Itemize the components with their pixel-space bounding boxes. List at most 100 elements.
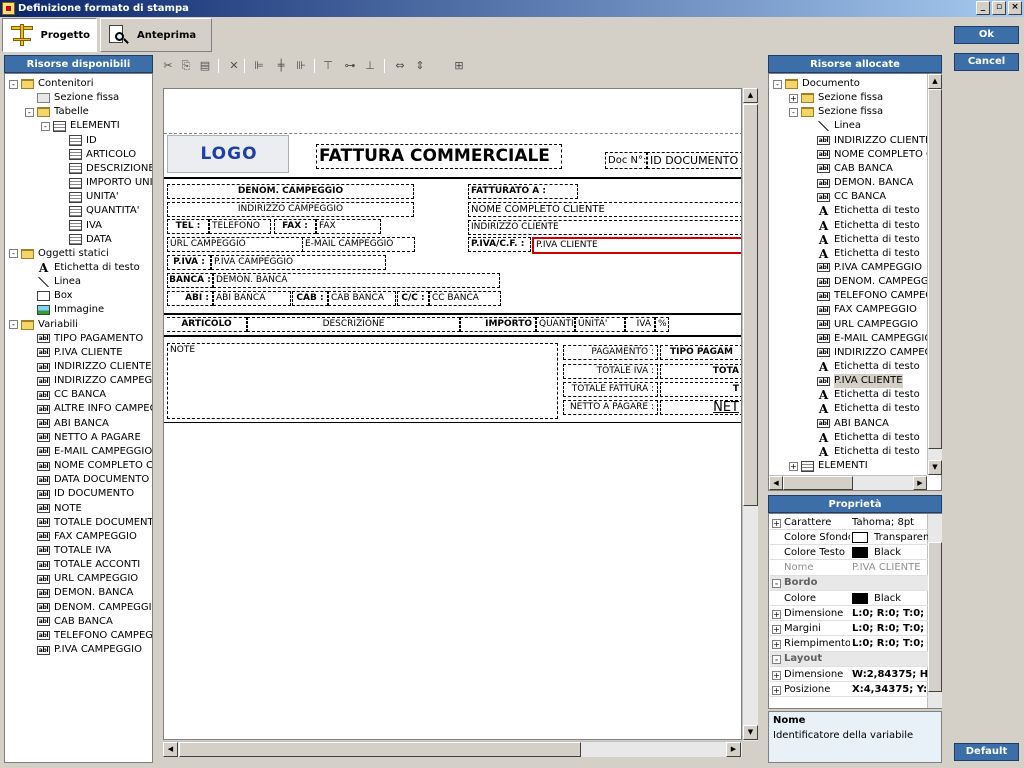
- available-tree-item[interactable]: Box: [25, 289, 73, 303]
- scroll-down-arrow-icon[interactable]: ▼: [743, 725, 758, 740]
- available-tree-item[interactable]: abl INDIRIZZO CAMPEGGIO: [25, 374, 152, 388]
- property-row[interactable]: + Margini L:0; R:0; T:0;: [770, 621, 928, 637]
- allocated-tree-item[interactable]: A Etichetta di testo: [805, 431, 920, 445]
- expand-icon[interactable]: +: [772, 685, 781, 695]
- available-tree-item[interactable]: - Oggetti statici: [9, 247, 109, 261]
- available-tree-item[interactable]: abl URL CAMPEGGIO: [25, 572, 138, 586]
- banca-label[interactable]: BANCA :: [167, 273, 213, 288]
- collapse-icon[interactable]: -: [772, 655, 781, 665]
- available-tree-item[interactable]: abl TOTALE DOCUMENTO: [25, 516, 152, 530]
- collapse-icon[interactable]: -: [41, 121, 50, 131]
- allocated-resources-tree[interactable]: - Documento + Sezione fissa - Sezione fissa Li…: [769, 75, 927, 475]
- cc-label[interactable]: C/C :: [397, 291, 429, 306]
- allocated-tree-item[interactable]: + ELEMENTI: [789, 459, 868, 473]
- allocated-tree-item[interactable]: A Etichetta di testo: [805, 247, 920, 261]
- available-tree-item[interactable]: DESCRIZIONE: [57, 162, 152, 176]
- property-row[interactable]: Colore Sfondo Transparent: [770, 530, 928, 546]
- available-tree-item[interactable]: - Tabelle: [25, 105, 89, 119]
- allocated-tree-item[interactable]: abl URL CAMPEGGIO: [805, 318, 918, 332]
- collapse-icon[interactable]: -: [773, 79, 782, 89]
- horizontal-scroll-thumb[interactable]: [179, 742, 581, 757]
- align-bottom-icon[interactable]: ⊥: [362, 58, 378, 74]
- allocated-tree-item[interactable]: abl FAX CAMPEGGIO: [805, 303, 917, 317]
- available-tree-item[interactable]: abl CC BANCA: [25, 388, 106, 402]
- indirizzo-cliente-field[interactable]: INDIRIZZO CLIENTE: [468, 220, 741, 235]
- available-tree-item[interactable]: ARTICOLO: [57, 148, 136, 162]
- available-tree-item[interactable]: abl NETTO A PAGARE: [25, 431, 141, 445]
- piva-campeggio-field[interactable]: P.IVA CAMPEGGIO: [211, 255, 386, 270]
- property-row[interactable]: + Posizione X:4,34375; Y:: [770, 682, 928, 698]
- available-tree-item[interactable]: abl P.IVA CAMPEGGIO: [25, 643, 142, 657]
- align-right-icon[interactable]: ⊪: [293, 58, 309, 74]
- col-iva[interactable]: IVA: [625, 317, 655, 332]
- piva-cf-label[interactable]: P.IVA/C.F. :: [468, 237, 531, 252]
- nome-cliente-field[interactable]: NOME COMPLETO CLIENTE: [468, 202, 741, 217]
- available-tree-item[interactable]: IVA: [57, 219, 102, 233]
- netto-label[interactable]: NETTO A PAGARE :: [563, 400, 658, 415]
- available-tree-item[interactable]: abl INDIRIZZO CLIENTE: [25, 360, 151, 374]
- progetto-tab[interactable]: Progetto: [2, 18, 97, 52]
- expand-icon[interactable]: +: [772, 640, 781, 650]
- allocated-scroll-right-icon[interactable]: ▶: [913, 476, 927, 490]
- fax-field[interactable]: FAX: [316, 219, 381, 234]
- allocated-scroll-up-icon[interactable]: ▲: [928, 74, 942, 89]
- cut-icon[interactable]: ✂: [160, 58, 176, 74]
- available-tree-item[interactable]: abl DEMON. BANCA: [25, 586, 133, 600]
- allocated-tree-item[interactable]: abl ABI BANCA: [805, 417, 889, 431]
- align-center-icon[interactable]: ╪: [273, 58, 289, 74]
- property-value[interactable]: Transparent: [850, 531, 928, 543]
- available-tree-item[interactable]: ID: [57, 134, 97, 148]
- property-value[interactable]: L:0; R:0; T:0;: [850, 638, 928, 649]
- allocated-tree-item[interactable]: - Documento: [773, 77, 860, 91]
- allocated-tree-item[interactable]: - Sezione fissa: [789, 105, 883, 119]
- note-field[interactable]: NOTE: [167, 343, 558, 419]
- available-tree-item[interactable]: abl TOTALE ACCONTI: [25, 558, 140, 572]
- available-tree-item[interactable]: abl TOTALE IVA: [25, 544, 111, 558]
- property-value[interactable]: X:4,34375; Y:: [850, 684, 928, 695]
- totale-fattura-label[interactable]: TOTALE FATTURA :: [563, 382, 658, 397]
- col-importo[interactable]: IMPORTO: [460, 317, 536, 332]
- expand-icon[interactable]: +: [772, 670, 781, 680]
- available-tree-item[interactable]: abl DATA DOCUMENTO: [25, 473, 149, 487]
- totale-iva-value[interactable]: TOTA: [660, 364, 741, 379]
- allocated-tree-item[interactable]: A Etichetta di testo: [805, 233, 920, 247]
- property-value[interactable]: Black: [850, 546, 928, 558]
- expand-icon[interactable]: +: [789, 461, 798, 471]
- available-tree-item[interactable]: - Variabili: [9, 318, 78, 332]
- available-tree-item[interactable]: UNITA': [57, 190, 119, 204]
- available-tree-item[interactable]: Immagine: [25, 303, 104, 317]
- available-tree-item[interactable]: abl ALTRE INFO CAMPEGGIO: [25, 402, 152, 416]
- totale-iva-label[interactable]: TOTALE IVA :: [563, 364, 658, 379]
- available-tree-item[interactable]: IMPORTO UNITARIO: [57, 176, 152, 190]
- doc-no-label[interactable]: Doc N°:: [605, 152, 647, 169]
- canvas-vertical-scrollbar[interactable]: ▲ ▼: [742, 88, 758, 741]
- property-category[interactable]: - Bordo: [770, 575, 928, 591]
- report-canvas[interactable]: LOGO FATTURA COMMERCIALE Doc N°: ID DOCU…: [163, 88, 742, 740]
- cab-field[interactable]: CAB BANCA: [328, 291, 396, 306]
- ok-button[interactable]: Ok: [954, 26, 1019, 44]
- same-width-icon[interactable]: ⇔: [392, 58, 408, 74]
- property-value[interactable]: L:0; R:0; T:0;: [850, 623, 928, 634]
- expand-icon[interactable]: +: [772, 518, 781, 528]
- allocated-tree-item[interactable]: A Etichetta di testo: [805, 360, 920, 374]
- logo-box[interactable]: LOGO: [167, 135, 289, 173]
- close-button[interactable]: ×: [1008, 1, 1022, 15]
- expand-icon[interactable]: +: [772, 609, 781, 619]
- cab-label[interactable]: CAB :: [292, 291, 328, 306]
- abi-label[interactable]: ABI :: [167, 291, 213, 306]
- scroll-up-arrow-icon[interactable]: ▲: [743, 88, 758, 103]
- allocated-tree-item[interactable]: abl P.IVA CAMPEGGIO: [805, 261, 922, 275]
- properties-vertical-scrollbar[interactable]: [927, 514, 942, 708]
- collapse-icon[interactable]: -: [9, 320, 18, 330]
- property-category[interactable]: - Layout: [770, 651, 928, 667]
- scroll-left-arrow-icon[interactable]: ◀: [163, 742, 178, 757]
- minimize-button[interactable]: _: [976, 1, 990, 15]
- property-row[interactable]: Colore Black: [770, 591, 928, 606]
- property-row[interactable]: + Dimensione L:0; R:0; T:0;: [770, 606, 928, 622]
- copy-icon[interactable]: ⎘: [178, 58, 194, 74]
- property-value[interactable]: Tahoma; 8pt: [850, 517, 928, 528]
- default-button[interactable]: Default: [954, 743, 1019, 761]
- available-tree-item[interactable]: QUANTITA': [57, 204, 140, 218]
- available-tree-item[interactable]: abl ABI BANCA: [25, 417, 109, 431]
- allocated-vertical-scrollbar[interactable]: ▲ ▼: [927, 74, 942, 475]
